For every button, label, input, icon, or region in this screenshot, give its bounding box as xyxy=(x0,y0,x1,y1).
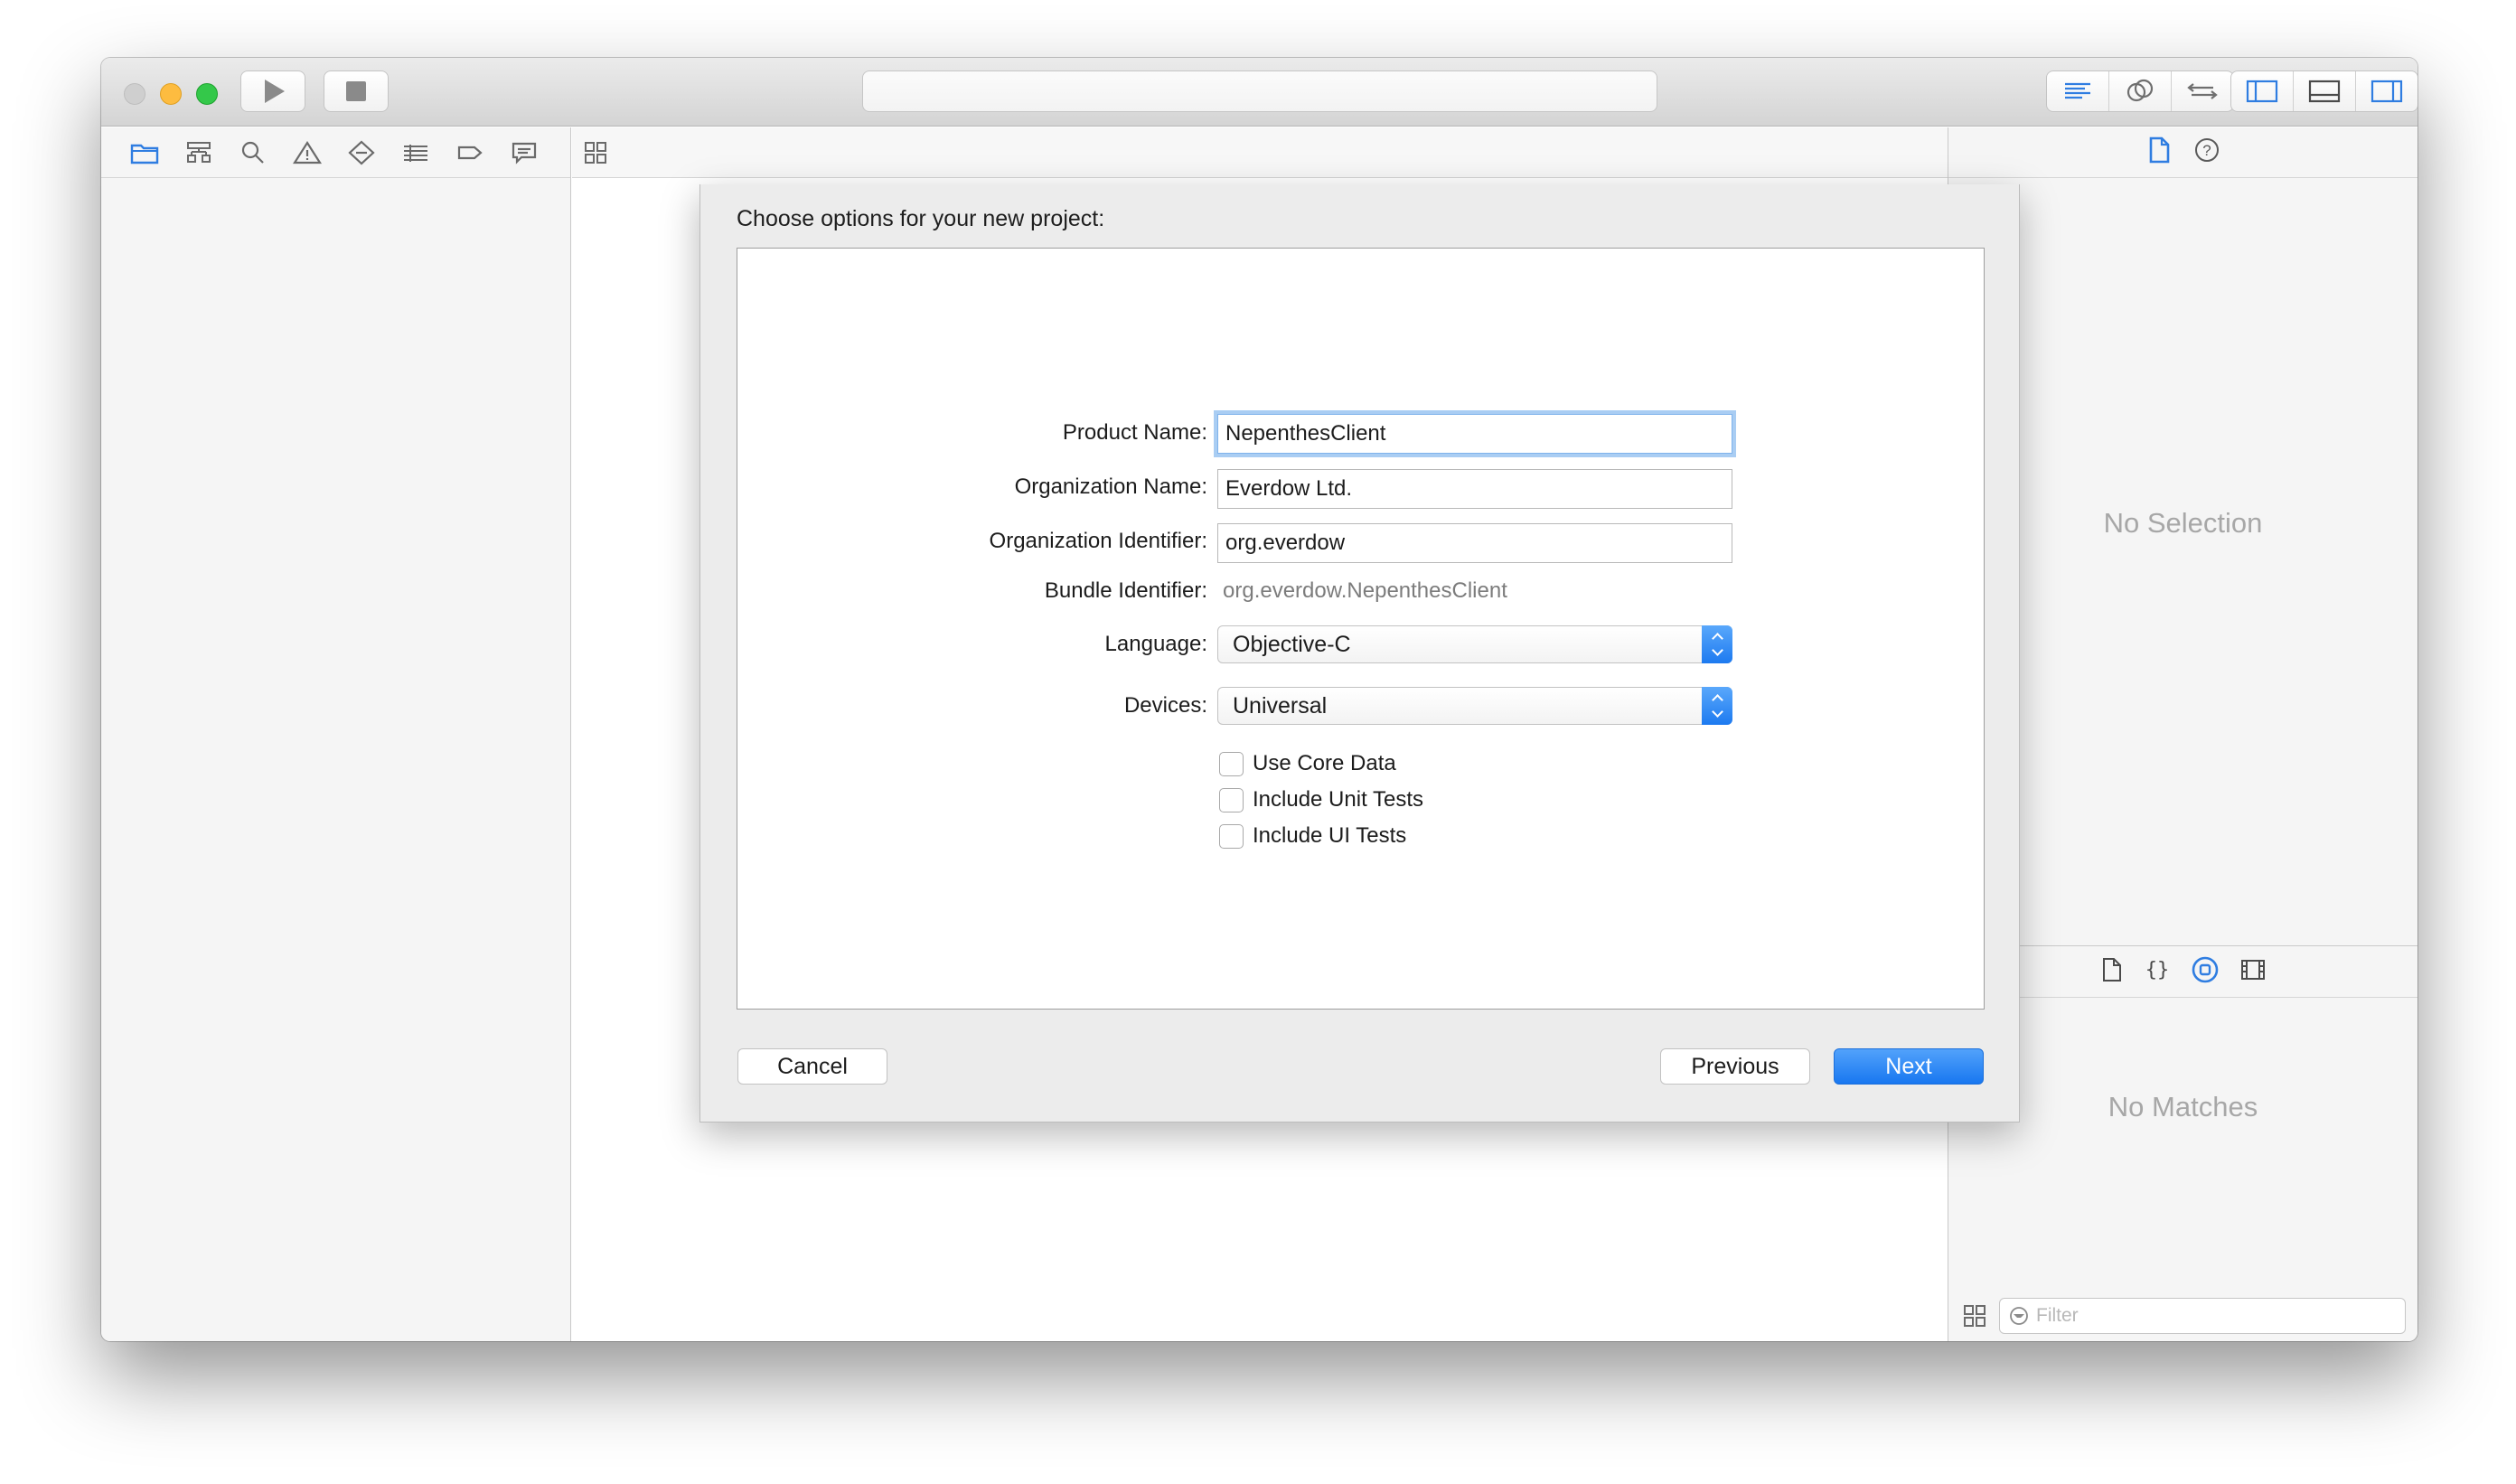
previous-button[interactable]: Previous xyxy=(1660,1048,1810,1085)
cancel-button[interactable]: Cancel xyxy=(737,1048,887,1085)
run-button[interactable] xyxy=(240,70,305,112)
sheet-title: Choose options for your new project: xyxy=(737,206,1105,231)
new-project-options-sheet: Choose options for your new project: Pro… xyxy=(699,184,2020,1122)
bundle-identifier-value: org.everdow.NepenthesClient xyxy=(1223,578,1507,603)
filter-icon xyxy=(2010,1307,2028,1325)
project-navigator-tab[interactable] xyxy=(128,138,161,167)
bundle-identifier-label: Bundle Identifier: xyxy=(1044,578,1207,603)
checkbox-box[interactable] xyxy=(1219,751,1244,776)
inspector-selector-bar: ? xyxy=(1948,127,2417,178)
use-core-data-checkbox[interactable]: Use Core Data xyxy=(1219,751,1396,776)
warning-icon xyxy=(293,140,322,164)
stop-icon xyxy=(346,81,366,101)
organization-identifier-field[interactable]: org.everdow xyxy=(1217,523,1732,563)
checkbox-label: Include UI Tests xyxy=(1253,823,1407,848)
chevron-up-down-icon xyxy=(1702,687,1732,725)
quick-help-inspector-tab[interactable]: ? xyxy=(2193,136,2220,168)
filter-placeholder: Filter xyxy=(2036,1305,2079,1326)
find-navigator-tab[interactable] xyxy=(237,138,269,167)
organization-name-field[interactable]: Everdow Ltd. xyxy=(1217,469,1732,509)
jump-bar xyxy=(572,127,1948,178)
test-diamond-icon xyxy=(348,140,375,165)
file-icon xyxy=(2149,136,2169,164)
product-name-field[interactable]: NepenthesClient xyxy=(1217,414,1732,454)
object-library-tab[interactable] xyxy=(2191,955,2220,989)
search-icon xyxy=(241,141,264,164)
navigator-panel-icon xyxy=(2246,80,2278,103)
report-icon xyxy=(512,142,537,164)
language-label: Language: xyxy=(1104,632,1207,656)
chevron-up-down-icon xyxy=(1702,625,1732,663)
library-filter-bar: Filter xyxy=(1948,1293,2417,1340)
help-icon: ? xyxy=(2194,138,2219,162)
include-ui-tests-checkbox[interactable]: Include UI Tests xyxy=(1219,823,1406,849)
file-template-library-tab[interactable] xyxy=(2100,956,2124,988)
grid-icon xyxy=(585,142,606,164)
include-unit-tests-checkbox[interactable]: Include Unit Tests xyxy=(1219,787,1423,812)
breakpoint-navigator-tab[interactable] xyxy=(454,138,486,167)
report-navigator-tab[interactable] xyxy=(508,138,540,167)
checkbox-label: Use Core Data xyxy=(1253,751,1396,775)
checkbox-box[interactable] xyxy=(1219,823,1244,849)
view-panels-segmented-control xyxy=(2230,70,2417,112)
next-button[interactable]: Next xyxy=(1834,1048,1984,1085)
version-editor-button[interactable] xyxy=(2172,71,2233,111)
file-inspector-tab[interactable] xyxy=(2146,136,2172,169)
toolbar xyxy=(101,58,2417,127)
toggle-navigator-button[interactable] xyxy=(2231,71,2294,111)
stop-button[interactable] xyxy=(324,70,389,112)
organization-identifier-label: Organization Identifier: xyxy=(989,529,1207,553)
file-template-icon xyxy=(2102,957,2121,982)
checkbox-box[interactable] xyxy=(1219,787,1244,812)
debug-area-icon xyxy=(2308,80,2341,103)
checkbox-label: Include Unit Tests xyxy=(1253,787,1423,812)
library-view-mode-button[interactable] xyxy=(1961,1302,1988,1329)
editor-mode-segmented-control xyxy=(2046,70,2234,112)
options-panel: Product Name: NepenthesClient Organizati… xyxy=(737,248,1985,1010)
devices-popup[interactable]: Universal xyxy=(1217,687,1732,725)
navigator-area xyxy=(101,127,571,1341)
toggle-utilities-button[interactable] xyxy=(2356,71,2417,111)
test-navigator-tab[interactable] xyxy=(345,138,378,167)
braces-icon: {} xyxy=(2145,959,2169,982)
svg-text:?: ? xyxy=(2202,142,2211,159)
language-value: Objective-C xyxy=(1233,632,1351,657)
grid-view-icon xyxy=(1964,1305,1986,1327)
svg-text:{}: {} xyxy=(2145,959,2169,982)
library-filter-field[interactable]: Filter xyxy=(1999,1298,2406,1334)
code-snippet-library-tab[interactable]: {} xyxy=(2144,956,2171,988)
product-name-label: Product Name: xyxy=(1062,420,1207,445)
related-items-button[interactable] xyxy=(583,140,608,170)
utilities-panel-icon xyxy=(2370,80,2403,103)
zoom-window-button[interactable] xyxy=(196,83,218,105)
media-library-tab[interactable] xyxy=(2239,957,2267,987)
issue-navigator-tab[interactable] xyxy=(291,138,324,167)
hierarchy-icon xyxy=(187,142,211,163)
devices-value: Universal xyxy=(1233,693,1328,719)
devices-label: Devices: xyxy=(1123,693,1207,718)
xcode-window: ? No Selection {} No Matches Filter Choo… xyxy=(101,58,2417,1341)
play-icon xyxy=(265,80,285,103)
version-editor-icon xyxy=(2187,83,2218,99)
navigator-selector-bar xyxy=(101,127,570,178)
language-popup[interactable]: Objective-C xyxy=(1217,625,1732,663)
organization-name-label: Organization Name: xyxy=(1014,474,1207,499)
toggle-debug-area-button[interactable] xyxy=(2294,71,2356,111)
close-window-button[interactable] xyxy=(124,83,146,105)
folder-icon xyxy=(130,144,159,164)
standard-editor-button[interactable] xyxy=(2047,71,2109,111)
symbol-navigator-tab[interactable] xyxy=(183,138,215,167)
activity-viewer xyxy=(862,70,1657,112)
breakpoint-icon xyxy=(457,146,483,160)
debug-navigator-tab[interactable] xyxy=(399,138,432,167)
film-strip-icon xyxy=(2240,959,2265,980)
object-library-icon xyxy=(2192,956,2218,982)
assistant-editor-button[interactable] xyxy=(2109,71,2172,111)
assistant-editor-icon xyxy=(2126,79,2154,102)
standard-editor-icon xyxy=(2065,82,2090,99)
debug-list-icon xyxy=(404,145,427,162)
minimize-window-button[interactable] xyxy=(160,83,182,105)
